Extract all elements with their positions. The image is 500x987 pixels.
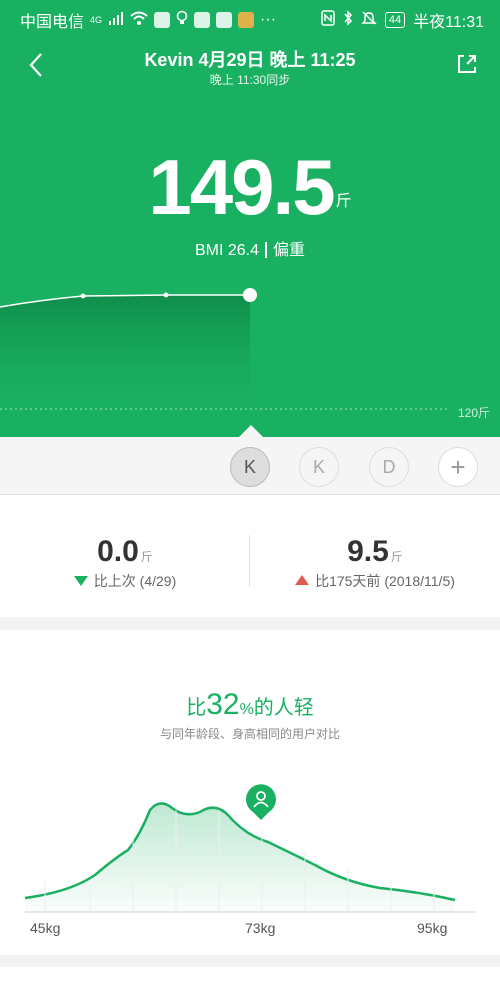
user-avatar-kevin[interactable]: K <box>230 447 270 487</box>
compare-last-unit: 斤 <box>140 550 153 564</box>
bmi-line: BMI 26.4 偏重 <box>0 236 500 260</box>
compare-last: 0.0 斤 比上次 (4/29) <box>0 495 250 617</box>
trend-current-point <box>243 288 257 302</box>
comparison-card: 0.0 斤 比上次 (4/29) 9.5 斤 比175天前 (2018/11/5) <box>0 495 500 617</box>
signal-icon <box>108 11 124 30</box>
carrier-label: 中国电信 <box>20 14 85 31</box>
baseline-label: 120斤 <box>457 406 490 420</box>
down-arrow-icon <box>73 576 88 586</box>
compare-past-value: 9.5 <box>347 535 389 568</box>
weight-value: 149.5 <box>148 143 335 231</box>
shield-icon <box>154 12 171 28</box>
network-label: 4G <box>90 15 103 25</box>
trend-point <box>80 293 86 299</box>
mute-icon <box>361 10 377 31</box>
wifi-icon <box>130 11 148 30</box>
x-label-95kg: 95kg <box>417 920 448 936</box>
x-label-45kg: 45kg <box>30 920 61 936</box>
app-icon <box>194 12 211 28</box>
status-bar: 中国电信 4G ··· 44 半夜11:31 <box>0 0 500 33</box>
trend-point <box>163 292 169 298</box>
compare-last-label: 比上次 (4/29) <box>93 573 177 589</box>
wallet-app-icon <box>238 12 255 28</box>
share-icon[interactable] <box>456 53 478 75</box>
page-title: Kevin 4月29日 晚上 11:25 <box>144 50 356 70</box>
selected-caret <box>239 425 263 437</box>
user-avatar-k[interactable]: K <box>299 447 339 487</box>
trend-area <box>0 295 250 408</box>
camera-app-icon <box>216 12 233 28</box>
compare-past-unit: 斤 <box>390 550 403 564</box>
weight-trend-chart <box>0 288 450 410</box>
compare-past-label: 比175天前 (2018/11/5) <box>315 573 455 589</box>
clock-label: 半夜11:31 <box>413 14 484 31</box>
bmi-separator <box>265 242 267 258</box>
battery-icon: 44 <box>384 12 406 28</box>
bmi-status: 偏重 <box>273 242 306 259</box>
sync-time: 晚上 11:30同步 <box>209 73 291 87</box>
compare-past: 9.5 斤 比175天前 (2018/11/5) <box>250 495 500 617</box>
nfc-icon <box>321 9 335 31</box>
user-avatar-d[interactable]: D <box>369 447 409 487</box>
next-card-peek <box>0 967 500 987</box>
compare-last-value: 0.0 <box>97 535 139 568</box>
user-location-pin <box>246 784 276 820</box>
add-user-button[interactable]: + <box>438 447 478 487</box>
up-arrow-icon <box>295 575 310 585</box>
page-header: Kevin 4月29日 晚上 11:25 晚上 11:30同步 <box>0 40 500 90</box>
x-label-73kg: 73kg <box>245 920 276 936</box>
bluetooth-icon <box>343 9 353 31</box>
bulb-icon <box>176 10 188 31</box>
distribution-curve-chart <box>24 784 475 913</box>
weight-unit: 斤 <box>335 193 352 210</box>
distribution-card: 比32%的人轻 与同年龄段、身高相同的用户对比 45kg 73kg 95kg <box>0 630 500 955</box>
weight-display: 149.5 斤 <box>0 142 500 233</box>
more-icon: ··· <box>260 11 277 28</box>
bmi-value: BMI 26.4 <box>194 242 259 259</box>
